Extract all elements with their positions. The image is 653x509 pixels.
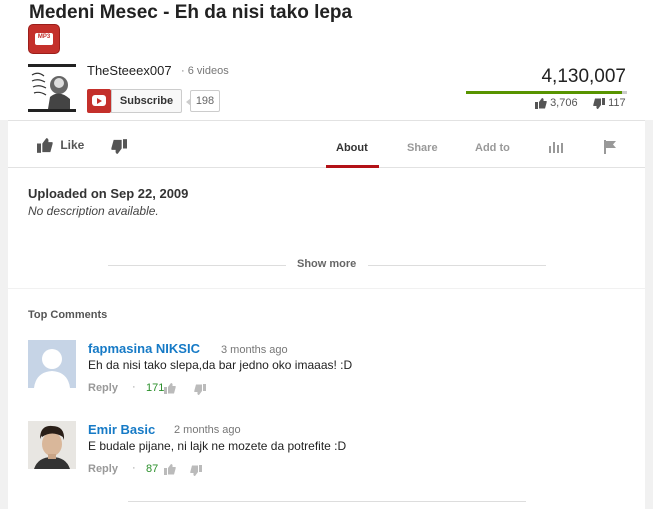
- show-more-button[interactable]: Show more: [297, 258, 356, 270]
- channel-avatar[interactable]: [28, 64, 76, 112]
- separator-dot: ·: [132, 462, 136, 474]
- comment-text: Eh da nisi tako slepa,da bar jedno oko i…: [88, 358, 353, 372]
- comment-like-count: 87: [146, 463, 159, 475]
- comment-thumbs-down-icon[interactable]: [190, 463, 202, 481]
- divider: [368, 265, 546, 266]
- channel-video-count[interactable]: · 6 videos: [181, 65, 229, 77]
- mp3-badge-icon: MP3: [28, 24, 60, 54]
- separator-dot: ·: [132, 381, 136, 393]
- tab-about[interactable]: About: [336, 142, 368, 154]
- statistics-icon: [549, 142, 563, 153]
- thumbs-up-icon: [535, 97, 547, 109]
- channel-name-link[interactable]: TheSteeex007: [87, 63, 172, 78]
- like-count: 3,706: [535, 97, 578, 109]
- subscriber-count: 198: [186, 90, 220, 112]
- video-description: No description available.: [28, 204, 159, 218]
- comment-thumbs-down-icon[interactable]: [194, 382, 206, 400]
- action-bar: Like About Share Add to: [8, 120, 645, 168]
- video-header: Medeni Mesec - Eh da nisi tako lepa MP3 …: [0, 0, 653, 120]
- comment-time[interactable]: 3 months ago: [221, 344, 288, 356]
- thumbs-down-icon: [111, 139, 127, 155]
- upload-date: Uploaded on Sep 22, 2009: [28, 186, 189, 201]
- divider: [108, 265, 286, 266]
- tab-add-to[interactable]: Add to: [475, 142, 510, 154]
- tab-statistics[interactable]: [549, 140, 563, 156]
- about-panel: Uploaded on Sep 22, 2009 No description …: [8, 168, 645, 288]
- reply-button[interactable]: Reply: [88, 382, 118, 394]
- comment-thumbs-up-icon[interactable]: [164, 381, 176, 399]
- reply-button[interactable]: Reply: [88, 463, 118, 475]
- flag-icon: [604, 140, 616, 154]
- youtube-logo-icon[interactable]: [87, 89, 111, 113]
- view-count: 4,130,007: [541, 66, 626, 87]
- comment-author-link[interactable]: fapmasina NIKSIC: [88, 341, 200, 356]
- like-ratio-bar: [466, 91, 627, 94]
- thumbs-down-icon: [593, 97, 605, 109]
- subscribe-button[interactable]: Subscribe: [111, 89, 182, 113]
- comment-avatar[interactable]: [28, 421, 76, 469]
- comment-text: E budale pijane, ni lajk ne mozete da po…: [88, 439, 347, 453]
- comment-like-count: 171: [146, 382, 165, 394]
- divider: [128, 501, 526, 502]
- tab-report[interactable]: [603, 140, 617, 157]
- thumbs-up-icon: [37, 138, 53, 154]
- comments-section: Top Comments fapmasina NIKSIC 3 months a…: [8, 288, 645, 509]
- dislike-button[interactable]: [111, 138, 127, 156]
- like-ratio-fill: [466, 91, 623, 94]
- video-title: Medeni Mesec - Eh da nisi tako lepa: [29, 2, 353, 23]
- comment-author-link[interactable]: Emir Basic: [88, 422, 155, 437]
- like-button[interactable]: Like: [37, 138, 84, 154]
- comment-time[interactable]: 2 months ago: [174, 424, 241, 436]
- comment-thumbs-up-icon[interactable]: [164, 462, 176, 480]
- comments-header: Top Comments: [28, 309, 108, 321]
- comment-avatar[interactable]: [28, 340, 76, 388]
- tab-share[interactable]: Share: [407, 142, 438, 154]
- dislike-count: 117: [593, 97, 626, 109]
